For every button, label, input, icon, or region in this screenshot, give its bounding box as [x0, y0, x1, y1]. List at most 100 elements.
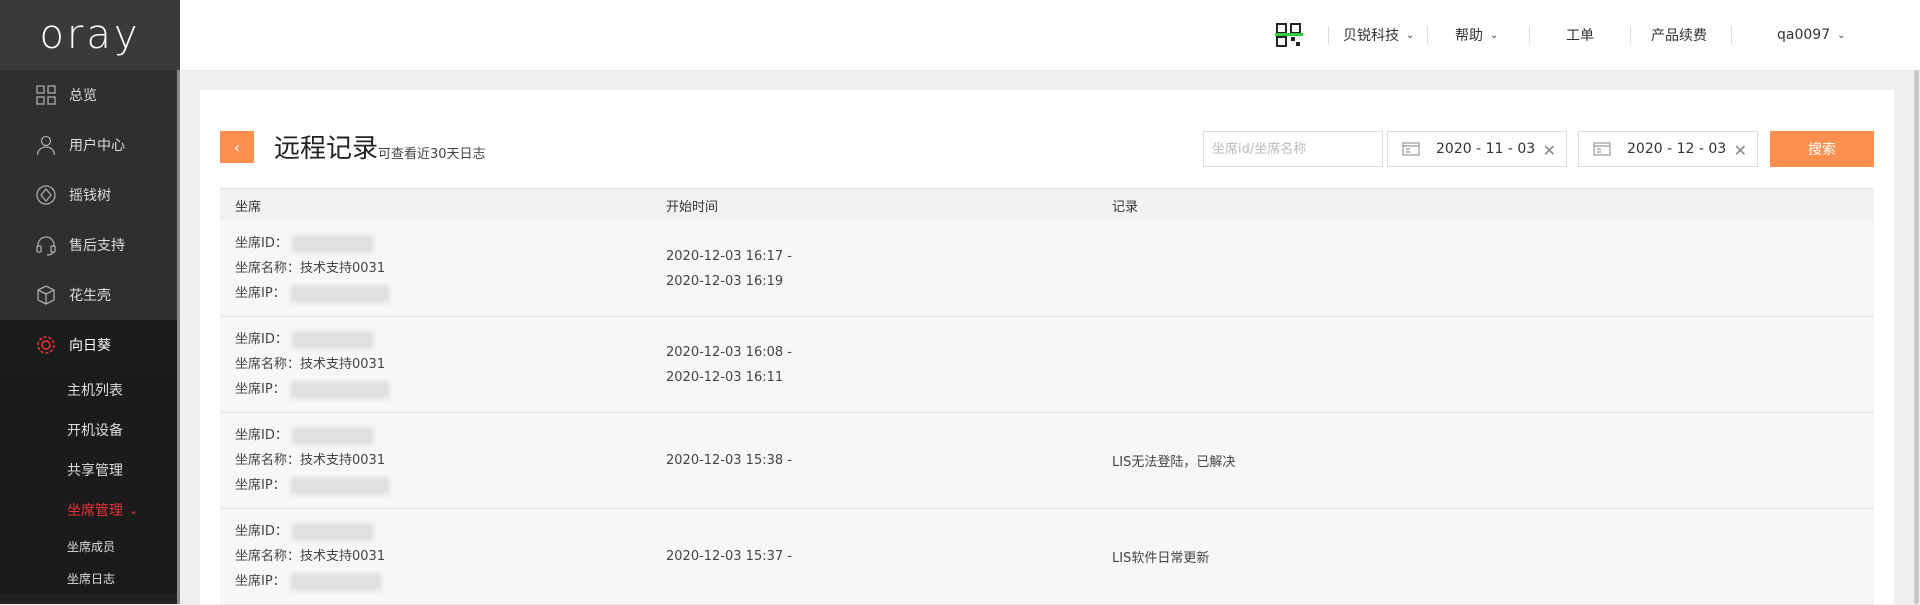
seat-ip-label: 坐席IP： — [235, 286, 286, 301]
sidebar-item-user-center[interactable]: 用户中心 — [0, 120, 180, 170]
header-divider — [1427, 26, 1428, 44]
sidebar-sub-item-share-management[interactable]: 共享管理 — [0, 450, 180, 490]
sidebar-nav: 总览 用户中心 摇钱树 售后支持 花生壳 — [0, 70, 180, 320]
search-input[interactable] — [1203, 131, 1383, 167]
redacted-value — [289, 476, 390, 495]
help-menu[interactable]: 帮助 ⌄ — [1455, 0, 1498, 70]
sidebar-sub-item-seat-members[interactable]: 坐席成员 — [0, 530, 180, 562]
record-text: LIS无法登陆，已解决 — [1112, 455, 1236, 470]
calendar-icon — [1402, 142, 1420, 156]
seat-name-value: 技术支持0031 — [300, 453, 386, 468]
clear-icon[interactable]: ✕ — [1543, 141, 1556, 160]
chevron-down-icon: ⌄ — [1406, 29, 1415, 41]
back-button[interactable]: ‹ — [220, 131, 254, 163]
column-header-start-time: 开始时间 — [666, 199, 719, 215]
table-row: 坐席ID： 坐席名称： 技术支持0031 坐席IP： 2020-12-03 15:… — [220, 413, 1874, 509]
seat-ip-label: 坐席IP： — [235, 478, 286, 493]
redacted-value — [291, 330, 374, 349]
seat-ip-label: 坐席IP： — [235, 574, 286, 589]
redacted-value — [291, 234, 374, 253]
start-time: 2020-12-03 16:08 - — [666, 344, 792, 360]
table-row: 坐席ID： 坐席名称： 技术支持0031 坐席IP： 2020-12-03 15:… — [220, 509, 1874, 605]
chevron-down-icon: ⌄ — [1490, 29, 1499, 41]
column-header-record: 记录 — [1112, 199, 1139, 215]
top-header: 贝锐科技 ⌄ 帮助 ⌄ 工单 产品续费 qa0097 ⌄ — [180, 0, 1920, 71]
end-date-value: 2020 - 12 - 03 — [1627, 141, 1727, 157]
seat-id-label: 坐席ID： — [235, 524, 288, 539]
redacted-value — [291, 426, 374, 445]
seat-name-label: 坐席名称： — [235, 453, 301, 468]
clear-icon[interactable]: ✕ — [1734, 141, 1747, 160]
page-title: 远程记录 — [274, 134, 379, 164]
sidebar-item-label: 花生壳 — [69, 288, 111, 304]
start-date-value: 2020 - 11 - 03 — [1436, 141, 1536, 157]
page-scrollbar[interactable] — [1914, 70, 1919, 604]
table-row: 坐席ID： 坐席名称： 技术支持0031 坐席IP： 2020-12-03 16:… — [220, 221, 1874, 317]
calendar-icon — [1593, 142, 1611, 156]
renew-link[interactable]: 产品续费 — [1651, 0, 1707, 70]
ticket-link[interactable]: 工单 — [1566, 0, 1594, 70]
sidebar-sub-item-host-list[interactable]: 主机列表 — [0, 370, 180, 410]
seat-name-value: 技术支持0031 — [300, 357, 386, 372]
sunflower-icon — [35, 334, 57, 356]
end-date-picker[interactable]: 2020 - 12 - 03 ✕ — [1578, 131, 1758, 167]
sidebar-scrollbar[interactable] — [177, 70, 180, 604]
chevron-left-icon: ‹ — [233, 137, 241, 157]
user-menu[interactable]: qa0097 ⌄ — [1777, 0, 1846, 70]
seat-id-label: 坐席ID： — [235, 428, 288, 443]
start-time: 2020-12-03 16:17 - — [666, 248, 792, 264]
seat-ip-label: 坐席IP： — [235, 382, 286, 397]
redacted-value — [289, 380, 390, 399]
chevron-down-icon: ⌄ — [129, 503, 139, 517]
content-card: ‹ 远程记录 可查看近30天日志 2020 - 11 - 03 ✕ 2020 -… — [200, 90, 1894, 605]
redacted-value — [291, 522, 374, 541]
sidebar-item-support[interactable]: 售后支持 — [0, 220, 180, 270]
header-divider — [1529, 26, 1530, 44]
start-time: 2020-12-03 15:38 - — [666, 453, 792, 468]
start-date-picker[interactable]: 2020 - 11 - 03 ✕ — [1387, 131, 1567, 167]
sunlogin-submenu: 主机列表 开机设备 共享管理 坐席管理 ⌄ 坐席成员 坐席日志 — [0, 370, 180, 594]
seat-name-label: 坐席名称： — [235, 357, 301, 372]
chevron-down-icon: ⌄ — [1837, 29, 1846, 41]
sidebar-sub-item-boot-device[interactable]: 开机设备 — [0, 410, 180, 450]
sidebar-item-sunlogin[interactable]: 向日葵 — [0, 320, 180, 370]
header-divider — [1630, 26, 1631, 44]
sidebar-item-label: 向日葵 — [69, 338, 111, 354]
grid-icon — [35, 84, 57, 106]
end-time: 2020-12-03 16:19 — [666, 273, 784, 289]
seat-name-value: 技术支持0031 — [300, 549, 386, 564]
start-time: 2020-12-03 15:37 - — [666, 549, 792, 564]
seat-id-label: 坐席ID： — [235, 236, 288, 251]
qr-code-icon[interactable] — [1275, 0, 1303, 70]
record-text: LIS软件日常更新 — [1112, 551, 1210, 566]
redacted-value — [289, 572, 382, 591]
table-row: 坐席ID： 坐席名称： 技术支持0031 坐席IP： 2020-12-03 16:… — [220, 317, 1874, 413]
end-time: 2020-12-03 16:11 — [666, 369, 784, 385]
company-menu[interactable]: 贝锐科技 ⌄ — [1343, 0, 1414, 70]
redacted-value — [289, 284, 390, 303]
search-button[interactable]: 搜索 — [1770, 131, 1874, 167]
sidebar-sub-item-seat-logs[interactable]: 坐席日志 — [0, 562, 180, 594]
column-header-seat: 坐席 — [235, 199, 262, 215]
sidebar-item-label: 售后支持 — [69, 238, 125, 254]
cube-icon — [35, 284, 57, 306]
seat-id-label: 坐席ID： — [235, 332, 288, 347]
sidebar: oray 总览 用户中心 摇钱树 售后支持 花生壳 向日葵 主机列表 开机设备 … — [0, 0, 180, 604]
table-header: 坐席 开始时间 记录 — [220, 188, 1874, 221]
diamond-icon — [35, 184, 57, 206]
header-divider — [1328, 26, 1329, 44]
seat-name-value: 技术支持0031 — [300, 261, 386, 276]
sidebar-item-peanut-shell[interactable]: 花生壳 — [0, 270, 180, 320]
headset-icon — [35, 234, 57, 256]
logo[interactable]: oray — [0, 0, 180, 70]
seat-name-label: 坐席名称： — [235, 261, 301, 276]
user-icon — [35, 134, 57, 156]
sidebar-item-label: 摇钱树 — [69, 188, 111, 204]
sidebar-item-overview[interactable]: 总览 — [0, 70, 180, 120]
sidebar-item-label: 总览 — [69, 88, 97, 104]
sidebar-item-money-tree[interactable]: 摇钱树 — [0, 170, 180, 220]
logo-text: oray — [39, 12, 141, 58]
records-table: 坐席 开始时间 记录 坐席ID： 坐席名称： 技术支持0031 坐席IP： 202… — [220, 188, 1874, 605]
sidebar-sub-item-seat-management[interactable]: 坐席管理 ⌄ — [0, 490, 180, 530]
header-divider — [1731, 26, 1732, 44]
